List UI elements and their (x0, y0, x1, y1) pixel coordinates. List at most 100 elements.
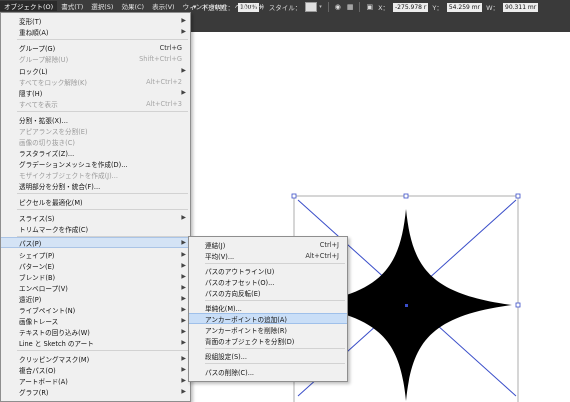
menu-window[interactable]: ウィンドウ(W) (179, 1, 231, 11)
x-field[interactable]: -275.978 r (393, 2, 429, 12)
menu-item-mosaic[interactable]: モザイクオブジェクトを作成(J)... (1, 169, 190, 180)
menu-item-label: グループ(G) (19, 44, 56, 53)
menu-item-group[interactable]: グループ(G) Ctrl+G (1, 42, 190, 53)
menu-item-arrange[interactable]: 重ね順(A) ▶ (1, 26, 190, 37)
menu-item-clipping-mask[interactable]: クリッピングマスク(M) ▶ (1, 353, 190, 364)
menu-item-ungroup[interactable]: グループ解除(U) Shift+Ctrl+G (1, 53, 190, 64)
menu-item-perspective[interactable]: 遠近(P) ▶ (1, 293, 190, 304)
menu-item-trim-marks[interactable]: トリムマークを作成(C) (1, 223, 190, 234)
submenu-item-simplify[interactable]: 単純化(M)... (189, 302, 347, 313)
menu-item-label: 透明部分を分割・統合(F)... (19, 182, 101, 191)
menu-object[interactable]: オブジェクト(O) (0, 1, 58, 11)
menu-item-text-wrap[interactable]: テキストの回り込み(W) ▶ (1, 326, 190, 337)
submenu-arrow-icon: ▶ (181, 214, 186, 221)
menu-item-label: パスのオフセット(O)... (205, 278, 275, 287)
menu-item-expand-appearance[interactable]: アピアランスを分割(E) (1, 125, 190, 136)
menu-item-label: グループ解除(U) (19, 55, 69, 64)
menu-item-transform[interactable]: 変形(T) ▶ (1, 15, 190, 26)
submenu-arrow-icon: ▶ (181, 17, 186, 24)
submenu-arrow-icon: ▶ (181, 339, 186, 346)
submenu-item-clean-up[interactable]: パスの削除(C)... (189, 366, 347, 377)
menu-item-line-sketch-art[interactable]: Line と Sketch のアート ▶ (1, 337, 190, 348)
menu-item-label: ロック(L) (19, 67, 48, 76)
menu-item-gradient-mesh[interactable]: グラデーションメッシュを作成(D)... (1, 158, 190, 169)
menu-item-shortcut: Ctrl+J (319, 240, 339, 249)
menu-separator (17, 111, 188, 112)
menu-help[interactable]: ヘルプ(H) (231, 1, 268, 11)
menu-item-graph[interactable]: グラフ(R) ▶ (1, 386, 190, 397)
menu-item-artboards[interactable]: アートボード(A) ▶ (1, 375, 190, 386)
menu-item-shortcut: Alt+Ctrl+J (305, 251, 339, 260)
submenu-item-split-into-grid[interactable]: 段組設定(S)... (189, 350, 347, 361)
submenu-arrow-icon: ▶ (181, 262, 186, 269)
menu-item-shortcut: Shift+Ctrl+G (139, 54, 182, 63)
selection-handle[interactable] (515, 193, 521, 199)
menu-item-label: パス(P) (19, 239, 42, 248)
submenu-item-add-anchor-points[interactable]: アンカーポイントの追加(A) (189, 313, 347, 324)
menu-item-pixel-optimize[interactable]: ピクセルを最適化(M) (1, 196, 190, 207)
menu-effect[interactable]: 効果(C) (117, 1, 148, 11)
menu-item-shape[interactable]: シェイプ(P) ▶ (1, 249, 190, 260)
menu-item-show-all[interactable]: すべてを表示 Alt+Ctrl+3 (1, 98, 190, 109)
selection-handle[interactable] (291, 193, 297, 199)
menu-separator (17, 39, 188, 40)
menu-item-label: Line と Sketch のアート (19, 339, 94, 348)
submenu-item-reverse-path[interactable]: パスの方向反転(E) (189, 287, 347, 298)
menu-item-label: 分割・拡張(X)... (19, 116, 68, 125)
chevron-down-icon[interactable]: ▾ (319, 4, 322, 10)
menu-item-image-trace[interactable]: 画像トレース ▶ (1, 315, 190, 326)
menu-item-label: アンカーポイントを削除(R) (205, 326, 287, 335)
submenu-item-remove-anchor-points[interactable]: アンカーポイントを削除(R) (189, 324, 347, 335)
menu-separator (205, 363, 345, 364)
menu-select[interactable]: 選択(S) (87, 1, 117, 11)
menu-item-label: テキストの回り込み(W) (19, 328, 90, 337)
submenu-item-outline-stroke[interactable]: パスのアウトライン(U) (189, 265, 347, 276)
menu-type[interactable]: 書式(T) (57, 1, 87, 11)
submenu-arrow-icon: ▶ (181, 89, 186, 96)
menu-item-hide[interactable]: 隠す(H) ▶ (1, 87, 190, 98)
menu-item-flatten-transparency[interactable]: 透明部分を分割・統合(F)... (1, 180, 190, 191)
style-swatch[interactable] (305, 2, 318, 12)
menu-item-unlock-all[interactable]: すべてをロック解除(K) Alt+Ctrl+2 (1, 76, 190, 87)
submenu-arrow-icon: ▶ (181, 306, 186, 313)
submenu-item-average[interactable]: 平均(V)... Alt+Ctrl+J (189, 250, 347, 261)
align-icon[interactable]: ▦ (347, 3, 354, 11)
menu-item-shortcut: Alt+Ctrl+3 (146, 99, 182, 108)
menu-item-lock[interactable]: ロック(L) ▶ (1, 65, 190, 76)
menu-item-rasterize[interactable]: ラスタライズ(Z)... (1, 147, 190, 158)
menu-item-shortcut: Alt+Ctrl+2 (146, 77, 182, 86)
menu-item-compound-path[interactable]: 複合パス(O) ▶ (1, 364, 190, 375)
menu-item-blend[interactable]: ブレンド(B) ▶ (1, 271, 190, 282)
w-field[interactable]: 90.311 mr (503, 2, 539, 12)
selection-handle[interactable] (403, 193, 409, 199)
submenu-arrow-icon: ▶ (181, 67, 186, 74)
submenu-item-offset-path[interactable]: パスのオフセット(O)... (189, 276, 347, 287)
menu-item-path[interactable]: パス(P) ▶ (1, 237, 190, 248)
menu-item-label: ピクセルを最適化(M) (19, 198, 83, 207)
menu-item-label: ブレンド(B) (19, 273, 56, 282)
reference-point-icon[interactable]: ▣ (366, 3, 373, 11)
menu-item-label: 変形(T) (19, 17, 42, 26)
menu-item-live-paint[interactable]: ライブペイント(N) ▶ (1, 304, 190, 315)
selection-handle[interactable] (515, 302, 521, 308)
submenu-arrow-icon: ▶ (181, 295, 186, 302)
menu-item-expand[interactable]: 分割・拡張(X)... (1, 114, 190, 125)
menu-item-label: アピアランスを分割(E) (19, 127, 88, 136)
menu-item-pattern[interactable]: パターン(E) ▶ (1, 260, 190, 271)
menu-item-shortcut: Ctrl+G (159, 43, 182, 52)
menu-item-envelope[interactable]: エンベロープ(V) ▶ (1, 282, 190, 293)
menu-item-label: 連結(J) (205, 241, 226, 250)
y-field[interactable]: 54.259 mr (446, 2, 483, 12)
submenu-arrow-icon: ▶ (181, 28, 186, 35)
menu-item-slice[interactable]: スライス(S) ▶ (1, 212, 190, 223)
submenu-item-divide-objects-below[interactable]: 背面のオブジェクトを分割(D) (189, 335, 347, 346)
menu-separator (205, 263, 345, 264)
submenu-arrow-icon: ▶ (181, 273, 186, 280)
submenu-arrow-icon: ▶ (181, 328, 186, 335)
menu-item-label: スライス(S) (19, 214, 55, 223)
menu-view[interactable]: 表示(V) (148, 1, 179, 11)
menubar: オブジェクト(O) 書式(T) 選択(S) 効果(C) 表示(V) ウィンドウ(… (0, 0, 264, 12)
submenu-item-join[interactable]: 連結(J) Ctrl+J (189, 239, 347, 250)
menu-item-crop-image[interactable]: 画像の切り抜き(C) (1, 136, 190, 147)
recolor-icon[interactable]: ◉ (335, 3, 341, 11)
